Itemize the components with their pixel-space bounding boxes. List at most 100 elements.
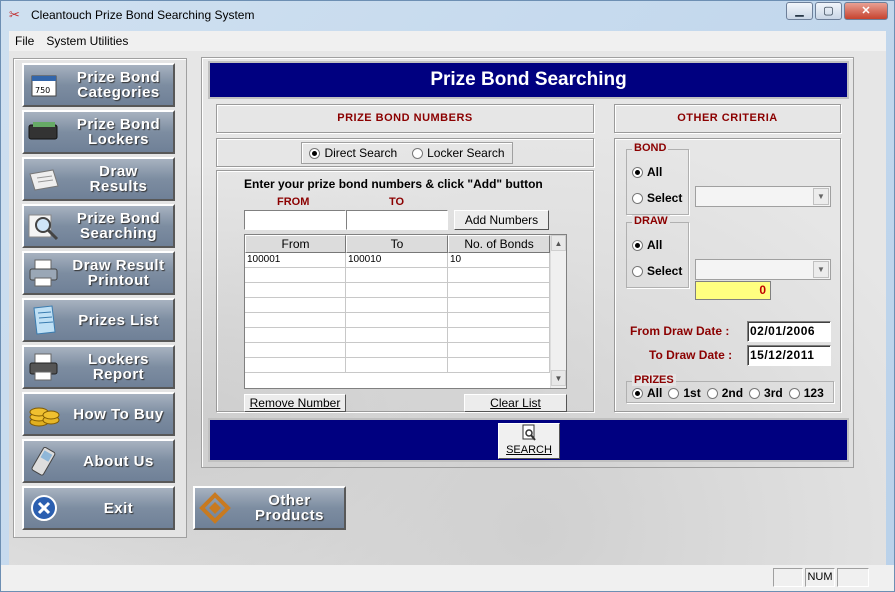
svg-text:750: 750 — [35, 86, 50, 95]
menu-file[interactable]: File — [9, 34, 40, 48]
nav-lockers-report[interactable]: Lockers Report — [22, 345, 175, 389]
radio-selected-icon — [632, 239, 643, 251]
direct-search-label: Direct Search — [324, 146, 398, 160]
from-number-input[interactable] — [244, 210, 346, 230]
draw-select-radio[interactable]: Select — [632, 264, 682, 278]
radio-unselected-icon — [412, 147, 424, 159]
nav-how-to-buy[interactable]: How To Buy — [22, 392, 175, 436]
chevron-down-icon[interactable]: ▼ — [813, 261, 829, 278]
nav-label-line2: Categories — [77, 84, 160, 101]
bond-select-label: Select — [647, 191, 683, 205]
scroll-down-icon[interactable]: ▼ — [551, 370, 566, 386]
nav-exit[interactable]: Exit — [22, 486, 175, 530]
prize-3rd-label: 3rd — [764, 386, 783, 400]
draw-select-label: Select — [647, 264, 683, 278]
other-products-line2: Products — [254, 507, 324, 524]
criteria-panel-header: OTHER CRITERIA — [614, 104, 841, 133]
close-button[interactable]: ✕ — [844, 2, 888, 20]
locker-icon — [24, 113, 64, 151]
cell-from: 100001 — [245, 253, 346, 268]
minimize-button[interactable]: ▁ — [786, 2, 813, 20]
prize-all-label: All — [647, 386, 663, 400]
nav-prize-bond-categories[interactable]: 750 Prize Bond Categories — [22, 63, 175, 107]
nav-label-line2: Results — [89, 178, 148, 195]
other-products-button[interactable]: Other Products — [193, 486, 346, 530]
table-scrollbar[interactable]: ▲ ▼ — [550, 235, 566, 388]
column-header-to[interactable]: To — [346, 235, 448, 253]
draw-label: DRAW — [632, 215, 670, 227]
bond-select-dropdown[interactable]: ▼ — [695, 186, 831, 207]
table-row — [245, 283, 566, 298]
radio-selected-icon — [309, 147, 321, 159]
instruction-text: Enter your prize bond numbers & click "A… — [244, 177, 543, 191]
maximize-button[interactable]: ▢ — [815, 2, 842, 20]
radio-unselected-icon — [632, 192, 643, 204]
bond-card-icon: 750 — [24, 66, 64, 104]
menu-system-utilities[interactable]: System Utilities — [40, 34, 134, 48]
page-title: Prize Bond Searching — [208, 61, 849, 99]
bond-select-radio[interactable]: Select — [632, 191, 682, 205]
from-label: FROM — [277, 196, 310, 208]
coins-icon — [24, 395, 64, 433]
locker-search-radio[interactable]: Locker Search — [412, 146, 505, 160]
num-lock-indicator: NUM — [805, 568, 835, 587]
radio-unselected-icon — [706, 387, 718, 399]
nav-draw-result-printout[interactable]: Draw Result Printout — [22, 251, 175, 295]
nav-label-line1: Exit — [103, 499, 134, 517]
bond-all-label: All — [647, 165, 663, 179]
status-bar: NUM — [1, 565, 894, 591]
newspaper-icon — [24, 160, 64, 198]
nav-draw-results[interactable]: Draw Results — [22, 157, 175, 201]
prize-2nd-radio[interactable]: 2nd — [706, 386, 744, 400]
search-doc-icon — [499, 424, 559, 444]
nav-label-line1: Prizes List — [78, 311, 159, 329]
prize-2nd-label: 2nd — [721, 386, 744, 400]
column-header-bonds[interactable]: No. of Bonds — [448, 235, 550, 253]
to-draw-date-input[interactable]: 15/12/2011 — [747, 345, 831, 366]
bond-all-radio[interactable]: All — [632, 165, 662, 179]
cell-to: 100010 — [346, 253, 448, 268]
draw-count-box: 0 — [695, 281, 771, 300]
search-button[interactable]: SEARCH — [498, 423, 560, 459]
nav-label-line1: How To Buy — [73, 405, 164, 423]
table-row — [245, 358, 566, 373]
nav-about-us[interactable]: About Us — [22, 439, 175, 483]
bond-group: BOND All Select — [626, 142, 689, 215]
from-draw-date-label: From Draw Date : — [630, 324, 730, 338]
prize-1st-radio[interactable]: 1st — [668, 386, 701, 400]
search-button-label: SEARCH — [506, 444, 552, 456]
remove-number-button[interactable]: Remove Number — [244, 394, 346, 412]
prize-all-radio[interactable]: All — [632, 386, 662, 400]
numbers-entry-panel: Enter your prize bond numbers & click "A… — [216, 170, 594, 412]
scroll-up-icon[interactable]: ▲ — [551, 235, 566, 251]
draw-select-dropdown[interactable]: ▼ — [695, 259, 831, 280]
clear-list-button[interactable]: Clear List — [464, 394, 567, 412]
from-draw-date-input[interactable]: 02/01/2006 — [747, 321, 831, 342]
criteria-panel-title: OTHER CRITERIA — [677, 112, 778, 124]
criteria-panel: BOND All Select ▼ DRAW All Select ▼ 0 Fr… — [614, 138, 841, 412]
chevron-down-icon[interactable]: ▼ — [813, 188, 829, 205]
to-number-input[interactable] — [346, 210, 448, 230]
nav-prizes-list[interactable]: Prizes List — [22, 298, 175, 342]
draw-all-radio[interactable]: All — [632, 238, 662, 252]
add-numbers-button[interactable]: Add Numbers — [454, 210, 549, 230]
nav-prize-bond-lockers[interactable]: Prize Bond Lockers — [22, 110, 175, 154]
prize-123-radio[interactable]: 123 — [788, 386, 824, 400]
radio-selected-icon — [632, 387, 643, 399]
printer-icon — [24, 254, 64, 292]
client-area: 750 Prize Bond Categories Prize Bond Locke… — [9, 51, 886, 585]
cell-bonds: 10 — [448, 253, 550, 268]
nav-label-line2: Printout — [87, 272, 150, 289]
prize-3rd-radio[interactable]: 3rd — [749, 386, 783, 400]
title-bar: ✂ Cleantouch Prize Bond Searching System… — [1, 1, 894, 29]
nav-label-line2: Searching — [79, 225, 158, 242]
search-band: SEARCH — [208, 418, 849, 462]
column-header-from[interactable]: From — [245, 235, 346, 253]
draw-all-label: All — [647, 238, 663, 252]
draw-group: DRAW All Select — [626, 215, 689, 288]
direct-search-radio[interactable]: Direct Search — [309, 146, 397, 160]
nav-prize-bond-searching[interactable]: Prize Bond Searching — [22, 204, 175, 248]
prize-1st-label: 1st — [683, 386, 701, 400]
radio-unselected-icon — [749, 387, 761, 399]
table-row[interactable]: 100001 100010 10 — [245, 253, 566, 268]
